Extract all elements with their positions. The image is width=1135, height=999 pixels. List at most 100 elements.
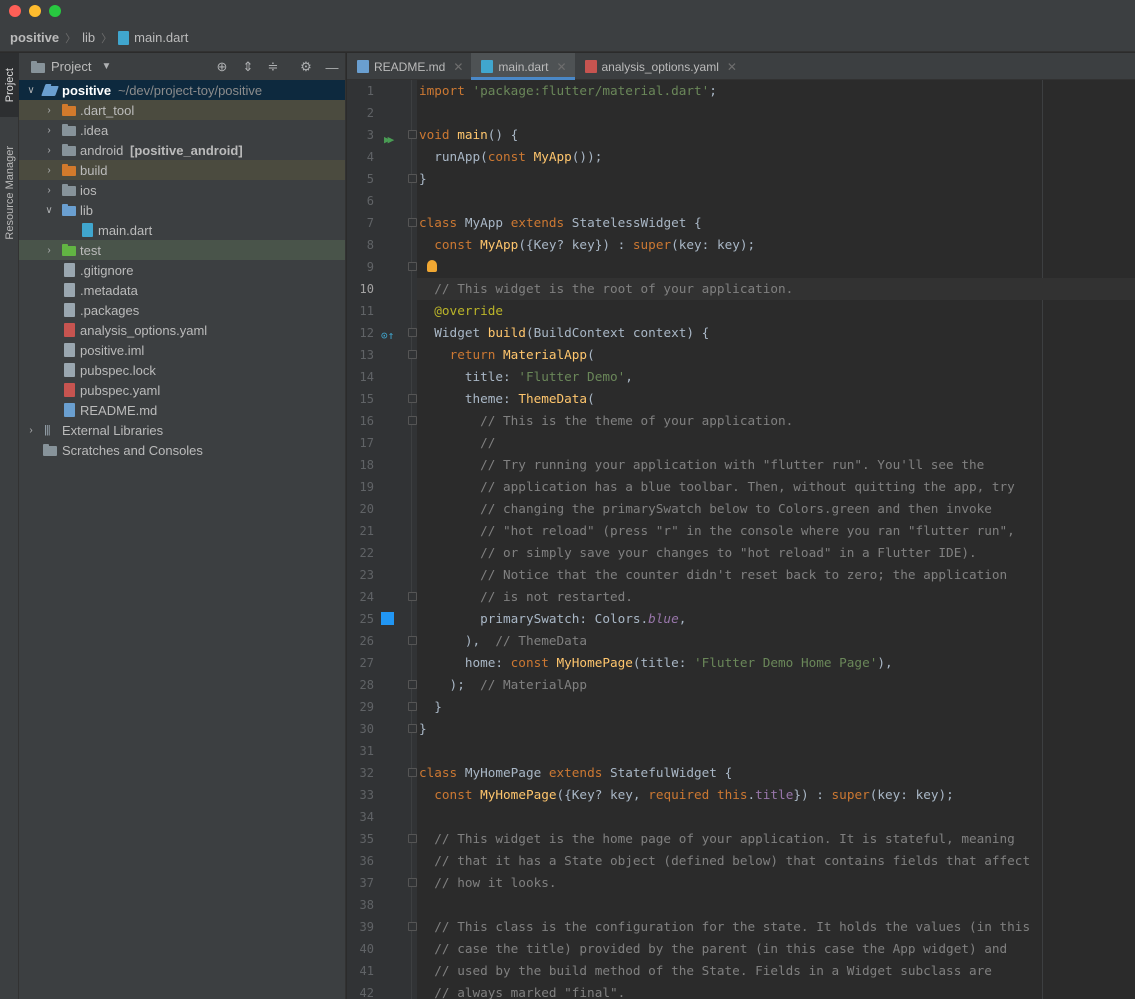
fold-marker-icon[interactable]	[408, 592, 417, 601]
line-number[interactable]: 27	[347, 652, 374, 674]
code-line[interactable]: 41 // used by the build method of the St…	[347, 960, 1135, 982]
line-number[interactable]: 28	[347, 674, 374, 696]
tree-item-ios[interactable]: › ios	[19, 180, 345, 200]
chevron-down-icon[interactable]: ∨	[25, 85, 37, 96]
code-line[interactable]: 26 ), // ThemeData	[347, 630, 1135, 652]
tree-item-lib[interactable]: ∨ lib	[19, 200, 345, 220]
line-number[interactable]: 8	[347, 234, 374, 256]
tree-item-build[interactable]: › build	[19, 160, 345, 180]
code-line[interactable]: 7 class MyApp extends StatelessWidget {	[347, 212, 1135, 234]
fold-marker-icon[interactable]	[408, 350, 417, 359]
resource-manager-tool-tab[interactable]: Resource Manager	[0, 133, 19, 253]
code-line[interactable]: 20 // changing the primarySwatch below t…	[347, 498, 1135, 520]
line-number[interactable]: 37	[347, 872, 374, 894]
tree-item-scratches[interactable]: Scratches and Consoles	[19, 440, 345, 460]
tree-item-gitignore[interactable]: .gitignore	[19, 260, 345, 280]
fold-marker-icon[interactable]	[408, 394, 417, 403]
code-line[interactable]: 9	[347, 256, 1135, 278]
chevron-down-icon[interactable]: ▼	[101, 61, 111, 72]
line-number[interactable]: 16	[347, 410, 374, 432]
fold-marker-icon[interactable]	[408, 878, 417, 887]
fold-marker-icon[interactable]	[408, 130, 417, 139]
code-line[interactable]: 22 // or simply save your changes to "ho…	[347, 542, 1135, 564]
line-number[interactable]: 31	[347, 740, 374, 762]
tab-main-dart[interactable]: main.dart ✕	[471, 53, 575, 80]
maximize-window-button[interactable]	[49, 5, 61, 17]
fold-marker-icon[interactable]	[408, 636, 417, 645]
breadcrumb-project[interactable]: positive	[10, 30, 59, 45]
code-line[interactable]: 14 title: 'Flutter Demo',	[347, 366, 1135, 388]
close-window-button[interactable]	[9, 5, 21, 17]
code-line[interactable]: 15 theme: ThemeData(	[347, 388, 1135, 410]
code-line[interactable]: 36 // that it has a State object (define…	[347, 850, 1135, 872]
code-line[interactable]: 18 // Try running your application with …	[347, 454, 1135, 476]
line-number[interactable]: 36	[347, 850, 374, 872]
fold-marker-icon[interactable]	[408, 768, 417, 777]
tree-item-android[interactable]: › android [positive_android]	[19, 140, 345, 160]
line-number[interactable]: 19	[347, 476, 374, 498]
lightbulb-icon[interactable]	[427, 260, 437, 272]
color-swatch-icon[interactable]	[381, 612, 394, 625]
tree-item-readme[interactable]: README.md	[19, 400, 345, 420]
close-icon[interactable]: ✕	[453, 60, 463, 74]
collapse-all-icon[interactable]: ≑	[265, 59, 281, 75]
close-icon[interactable]: ✕	[556, 60, 566, 74]
tree-item-dart-tool[interactable]: › .dart_tool	[19, 100, 345, 120]
code-line[interactable]: 13 return MaterialApp(	[347, 344, 1135, 366]
code-line[interactable]: 6	[347, 190, 1135, 212]
chevron-right-icon[interactable]: ›	[43, 125, 55, 136]
line-number[interactable]: 13	[347, 344, 374, 366]
close-icon[interactable]: ✕	[727, 60, 737, 74]
hide-panel-icon[interactable]: —	[324, 59, 340, 75]
locate-icon[interactable]: ⊕	[214, 59, 230, 75]
tree-item-positive-iml[interactable]: positive.iml	[19, 340, 345, 360]
code-line[interactable]: 4 runApp(const MyApp());	[347, 146, 1135, 168]
code-line[interactable]: 12 Widget build(BuildContext context) {⊙…	[347, 322, 1135, 344]
line-number[interactable]: 26	[347, 630, 374, 652]
code-line[interactable]: 37 // how it looks.	[347, 872, 1135, 894]
fold-marker-icon[interactable]	[408, 174, 417, 183]
chevron-right-icon[interactable]: ›	[43, 245, 55, 256]
line-number[interactable]: 23	[347, 564, 374, 586]
line-number[interactable]: 18	[347, 454, 374, 476]
code-line[interactable]: 23 // Notice that the counter didn't res…	[347, 564, 1135, 586]
code-line[interactable]: 38	[347, 894, 1135, 916]
line-number[interactable]: 34	[347, 806, 374, 828]
code-line[interactable]: 21 // "hot reload" (press "r" in the con…	[347, 520, 1135, 542]
fold-marker-icon[interactable]	[408, 702, 417, 711]
chevron-right-icon[interactable]: ›	[43, 145, 55, 156]
line-number[interactable]: 5	[347, 168, 374, 190]
chevron-right-icon[interactable]: ›	[43, 185, 55, 196]
tab-readme[interactable]: README.md ✕	[347, 53, 471, 80]
code-line[interactable]: 10 // This widget is the root of your ap…	[347, 278, 1135, 300]
code-line[interactable]: 35 // This widget is the home page of yo…	[347, 828, 1135, 850]
code-line[interactable]: 40 // case the title) provided by the pa…	[347, 938, 1135, 960]
fold-marker-icon[interactable]	[408, 922, 417, 931]
code-line[interactable]: 29 }	[347, 696, 1135, 718]
project-tool-tab[interactable]: Project	[0, 53, 19, 117]
line-number[interactable]: 32	[347, 762, 374, 784]
code-line[interactable]: 1 import 'package:flutter/material.dart';	[347, 80, 1135, 102]
line-number[interactable]: 15	[347, 388, 374, 410]
code-line[interactable]: 19 // application has a blue toolbar. Th…	[347, 476, 1135, 498]
line-number[interactable]: 25	[347, 608, 374, 630]
tree-item-pubspec-yaml[interactable]: pubspec.yaml	[19, 380, 345, 400]
breadcrumb-folder[interactable]: lib	[82, 30, 95, 45]
line-number[interactable]: 6	[347, 190, 374, 212]
line-number[interactable]: 20	[347, 498, 374, 520]
code-line[interactable]: 27 home: const MyHomePage(title: 'Flutte…	[347, 652, 1135, 674]
tree-item-pubspec-lock[interactable]: pubspec.lock	[19, 360, 345, 380]
fold-marker-icon[interactable]	[408, 218, 417, 227]
line-number[interactable]: 29	[347, 696, 374, 718]
code-line[interactable]: 17 //	[347, 432, 1135, 454]
line-number[interactable]: 11	[347, 300, 374, 322]
code-line[interactable]: 8 const MyApp({Key? key}) : super(key: k…	[347, 234, 1135, 256]
line-number[interactable]: 3	[347, 124, 374, 146]
line-number[interactable]: 21	[347, 520, 374, 542]
line-number[interactable]: 40	[347, 938, 374, 960]
line-number[interactable]: 14	[347, 366, 374, 388]
code-line[interactable]: 31	[347, 740, 1135, 762]
line-number[interactable]: 38	[347, 894, 374, 916]
tree-item-test[interactable]: › test	[19, 240, 345, 260]
fold-marker-icon[interactable]	[408, 416, 417, 425]
